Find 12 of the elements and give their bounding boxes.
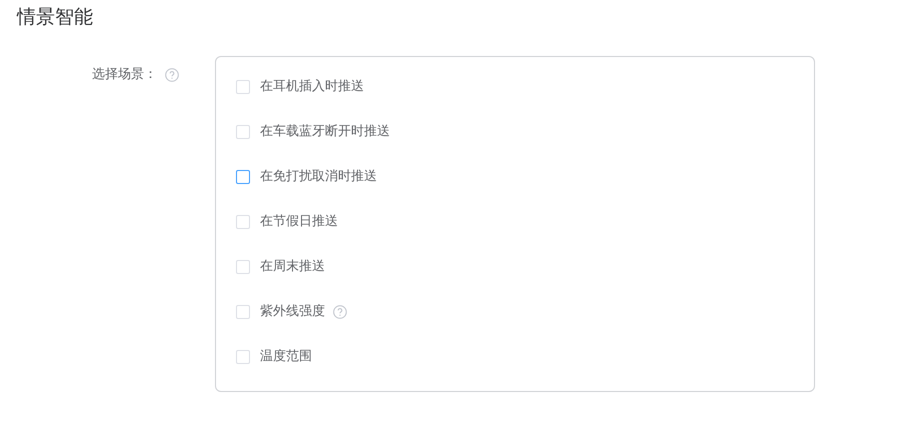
checkbox-label[interactable]: 紫外线强度 xyxy=(260,303,325,321)
checkbox-label[interactable]: 在耳机插入时推送 xyxy=(260,78,364,96)
help-icon[interactable] xyxy=(165,68,179,82)
checkbox-label[interactable]: 在周末推送 xyxy=(260,258,325,276)
checkbox-label[interactable]: 在节假日推送 xyxy=(260,213,338,231)
help-icon[interactable] xyxy=(333,305,347,319)
checkbox-label[interactable]: 温度范围 xyxy=(260,348,312,366)
section-title: 情景智能 xyxy=(17,5,94,30)
field-label: 选择场景： xyxy=(92,67,157,83)
checkbox-label[interactable]: 在免打扰取消时推送 xyxy=(260,168,377,186)
checkbox-label[interactable]: 在车载蓝牙断开时推送 xyxy=(260,123,390,141)
checkbox[interactable] xyxy=(236,170,250,184)
